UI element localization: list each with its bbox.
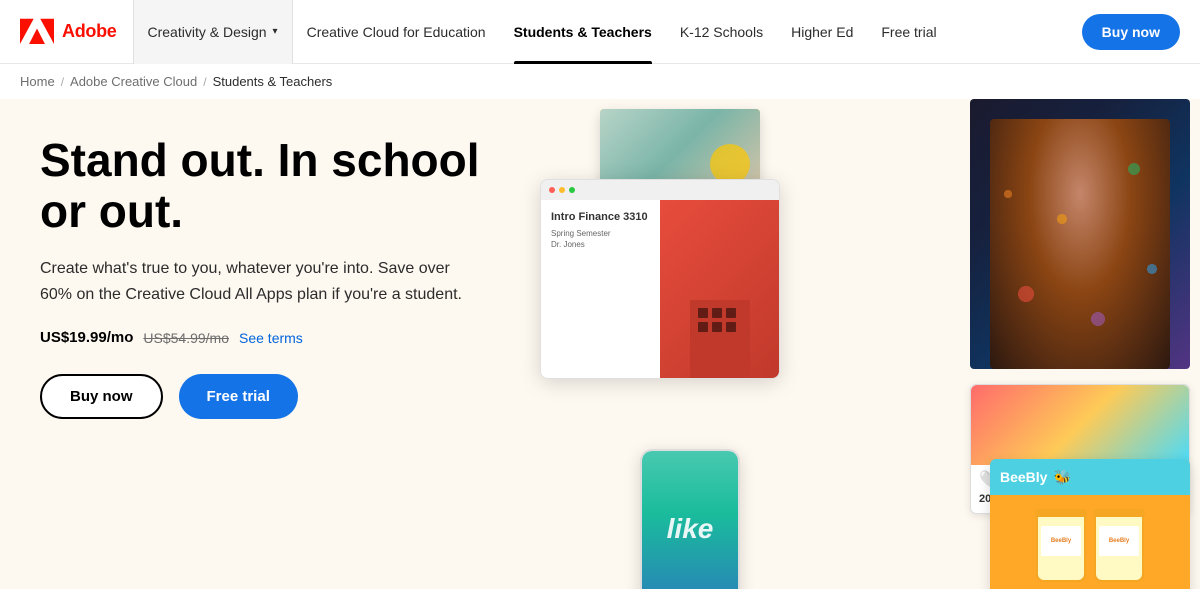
window-5 [712, 322, 722, 332]
nav-cc-edu[interactable]: Creative Cloud for Education [293, 0, 500, 64]
building-graphic [690, 300, 750, 379]
tablet-dot-green [569, 187, 575, 193]
woman-face-graphic [990, 119, 1170, 369]
floral-pattern [990, 119, 1170, 369]
tablet-right-panel [660, 200, 779, 379]
breadcrumb-home[interactable]: Home [20, 74, 55, 89]
hero-price-current: US$19.99/mo [40, 329, 133, 346]
beebly-header: BeeBly 🐝 [990, 459, 1190, 495]
beebly-jar-1: BeeBly [1036, 512, 1086, 582]
tablet-presentation-card: Intro Finance 3310 Spring Semester Dr. J… [540, 179, 780, 379]
tablet-semester: Spring Semester [551, 228, 650, 239]
window-4 [698, 322, 708, 332]
hero-section: Stand out. In school or out. Create what… [0, 99, 1200, 589]
chevron-down-icon: ▾ [273, 26, 278, 37]
beebly-card: BeeBly 🐝 BeeBly BeeBly [990, 459, 1190, 589]
breadcrumb-sep-2: / [203, 75, 206, 89]
jar-label-1: BeeBly [1041, 526, 1081, 556]
jar-label-text-1: BeeBly [1051, 538, 1071, 544]
tablet-header [541, 180, 779, 200]
adobe-logo[interactable]: Adobe [20, 18, 117, 46]
main-nav: Adobe Creativity & Design ▾ Creative Clo… [0, 0, 1200, 64]
hero-free-trial-button[interactable]: Free trial [179, 374, 298, 419]
tablet-course-title: Intro Finance 3310 [551, 210, 650, 224]
nav-k12[interactable]: K-12 Schools [666, 0, 777, 64]
nav-higher-ed[interactable]: Higher Ed [777, 0, 867, 64]
breadcrumb-sep-1: / [61, 75, 64, 89]
beebly-logo-text: BeeBly [1000, 469, 1047, 485]
tablet-content: Intro Finance 3310 Spring Semester Dr. J… [541, 200, 779, 379]
breadcrumb-current: Students & Teachers [213, 74, 333, 89]
hero-buttons: Buy now Free trial [40, 374, 520, 419]
hero-price-old: US$54.99/mo [143, 330, 229, 346]
hero-content: Stand out. In school or out. Create what… [0, 99, 560, 589]
window-3 [726, 308, 736, 318]
phone-like-text: like [667, 513, 714, 545]
jar-label-text-2: BeeBly [1109, 538, 1129, 544]
jar-lid-2 [1093, 509, 1145, 517]
nav-creativity[interactable]: Creativity & Design ▾ [133, 0, 293, 64]
woman-photo [970, 99, 1190, 369]
breadcrumb: Home / Adobe Creative Cloud / Students &… [0, 64, 1200, 99]
jar-lid-1 [1035, 509, 1087, 517]
adobe-logo-text: Adobe [62, 21, 117, 42]
hero-see-terms-link[interactable]: See terms [239, 330, 303, 346]
nav-students-teachers[interactable]: Students & Teachers [500, 0, 666, 64]
tablet-instructor: Dr. Jones [551, 239, 650, 250]
hero-images: Every Week, 4pm Intro Finance 3310 Sprin… [520, 99, 1200, 589]
hero-price: US$19.99/mo US$54.99/mo See terms [40, 329, 520, 346]
hero-headline: Stand out. In school or out. [40, 135, 520, 236]
beebly-body: BeeBly BeeBly [990, 495, 1190, 589]
building-windows [690, 300, 750, 340]
window-2 [712, 308, 722, 318]
yellow-card-graphic [600, 109, 760, 189]
beebly-jar-2: BeeBly [1094, 512, 1144, 582]
breadcrumb-creative-cloud[interactable]: Adobe Creative Cloud [70, 74, 197, 89]
jar-label-2: BeeBly [1099, 526, 1139, 556]
window-6 [726, 322, 736, 332]
beebly-icon: 🐝 [1053, 469, 1070, 486]
nav-buy-now-button[interactable]: Buy now [1082, 14, 1180, 50]
hero-buy-now-button[interactable]: Buy now [40, 374, 163, 419]
phone-screen: like [642, 451, 738, 589]
social-image-preview [971, 385, 1189, 465]
nav-free-trial[interactable]: Free trial [867, 0, 950, 64]
window-1 [698, 308, 708, 318]
phone-card: like [640, 449, 740, 589]
yellow-card-circle [710, 144, 750, 184]
hero-subtext: Create what's true to you, whatever you'… [40, 256, 480, 307]
